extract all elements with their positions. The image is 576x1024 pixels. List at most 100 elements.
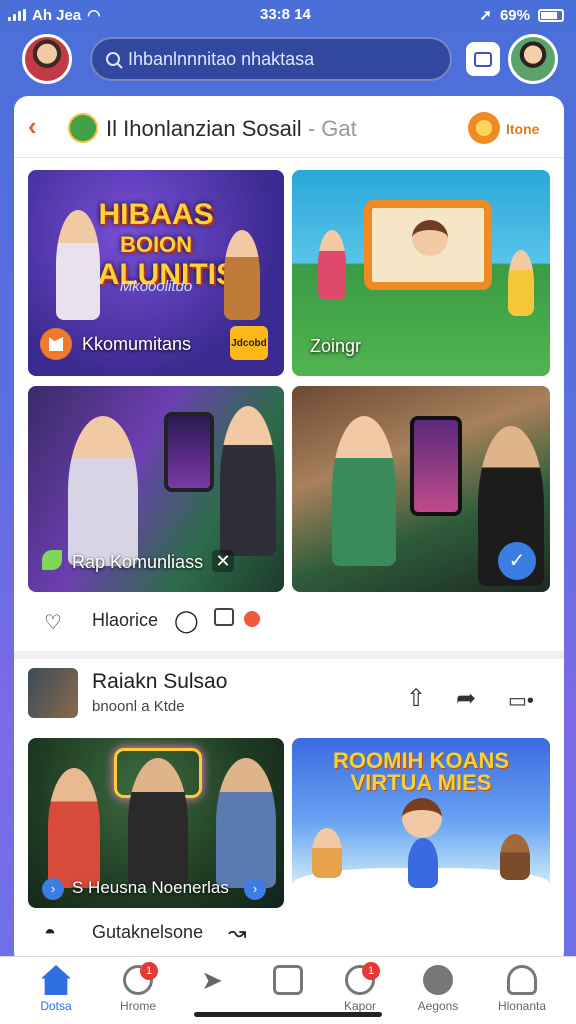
top-bar: Ihbanlnnnitao nhaktasa	[0, 34, 576, 86]
tile-label: Rap Komunliass	[72, 552, 204, 572]
post-actions: ♡ Hlaorice ◯	[14, 596, 564, 644]
cartoon-figure	[500, 834, 530, 880]
notification-badge: 1	[140, 962, 158, 980]
community-icon	[40, 328, 72, 360]
person-figure	[332, 416, 396, 566]
more-icon[interactable]: ▭•	[508, 688, 534, 713]
search-placeholder: Ihbanlnnnitao nhaktasa	[128, 48, 315, 69]
virtual-title: ROOMIH KOANS VIRTUA MIES	[292, 750, 550, 794]
group-icon: 1	[123, 962, 158, 995]
nav-label: Hlonanta	[497, 999, 547, 1013]
nav-item-home[interactable]: Dotsa	[16, 965, 96, 1013]
nav-item-circle[interactable]: Aegons	[398, 965, 478, 1013]
tile-label: Kkomumitans	[82, 334, 192, 354]
signal-icon	[8, 9, 26, 21]
section-divider	[14, 651, 564, 659]
reactions-icon[interactable]: ◓	[44, 922, 56, 945]
location-icon: ➚	[479, 7, 492, 24]
tablet-screen	[410, 416, 462, 516]
chevron-icon: ›	[244, 878, 266, 900]
close-icon[interactable]: ✕	[212, 550, 234, 572]
clock: 33:8 14	[260, 6, 311, 23]
check-icon[interactable]: ✓	[498, 542, 536, 580]
tile-badge: Jdcobd	[230, 326, 268, 360]
nav-label: Kapor	[343, 999, 377, 1013]
chevron-icon: ›	[42, 878, 64, 900]
profile-icon	[507, 965, 537, 995]
nav-label: Dotsa	[40, 999, 72, 1013]
notification-badge: 1	[362, 962, 380, 980]
cartoon-boy	[402, 798, 442, 838]
tile-community-poster[interactable]: HIBAAS BOION HALUNITIS Mkooolitdo Kkomum…	[28, 170, 284, 376]
reactions-icon[interactable]: ♡	[44, 610, 62, 635]
circle-icon	[423, 965, 453, 995]
home-label[interactable]: Itone	[506, 121, 539, 137]
grid-icon	[273, 965, 303, 995]
group-icon	[68, 113, 98, 143]
cartoon-figure	[508, 250, 534, 316]
post-actions-2: ◓ Gutaknelsone ↝	[14, 914, 564, 954]
nav-label: Hrome	[119, 999, 156, 1013]
tile-game-night[interactable]: Rap Komunliass ✕	[28, 386, 284, 592]
cartoon-figure	[318, 230, 346, 300]
group-title-suffix: - Gat	[307, 116, 357, 141]
status-right: ➚ 69%	[479, 6, 564, 24]
chat-icon	[474, 51, 492, 67]
person-figure	[216, 758, 276, 888]
tile-label: S Heusna Noenerlas	[72, 878, 229, 897]
cartoon-kid	[412, 220, 448, 256]
clock-icon: 1	[345, 962, 380, 995]
share-icon[interactable]: ➦	[456, 684, 476, 713]
post-title[interactable]: Raiakn Sulsao	[92, 670, 227, 694]
group-title: Il Ihonlanzian Sosail - Gat	[106, 116, 357, 142]
reactions-label: Gutaknelsone	[92, 922, 204, 942]
post-avatar[interactable]	[28, 668, 78, 718]
status-left: Ah Jea ◠	[8, 6, 100, 24]
post-subtitle: bnoonl a Ktde	[92, 698, 185, 715]
profile-avatar[interactable]	[508, 34, 558, 84]
arrow-icon[interactable]: ↝	[228, 920, 246, 946]
notification-dot	[244, 611, 260, 627]
tile-tablet-meetup[interactable]: ✓	[292, 386, 550, 592]
tile-virtual-kids[interactable]: ROOMIH KOANS VIRTUA MIES	[292, 738, 550, 908]
user-avatar[interactable]	[22, 34, 72, 84]
comment-icon[interactable]: ◯	[174, 608, 199, 634]
cartoon-figure	[312, 828, 342, 878]
leaf-icon	[42, 550, 62, 570]
group-title-text: Il Ihonlanzian Sosail	[106, 116, 302, 141]
person-figure	[68, 416, 138, 566]
person-figure	[128, 758, 188, 888]
tile-neon-friends[interactable]: › S Heusna Noenerlas ›	[28, 738, 284, 908]
chat-bubble-icon[interactable]	[214, 608, 234, 626]
messages-button[interactable]	[466, 42, 500, 76]
tile-label: Zoingr	[310, 336, 362, 356]
person-figure	[224, 230, 260, 320]
tablet-screen	[164, 412, 214, 492]
home-badge-icon[interactable]	[468, 112, 500, 144]
group-header: ‹ Il Ihonlanzian Sosail - Gat Itone	[14, 96, 564, 158]
person-figure	[220, 406, 276, 556]
nav-item-grid[interactable]	[248, 965, 328, 999]
carrier-label: Ah Jea	[32, 6, 82, 24]
search-icon	[106, 52, 120, 66]
home-indicator[interactable]	[194, 1012, 382, 1017]
nav-item-profile[interactable]: Hlonanta	[482, 965, 562, 1013]
search-bar[interactable]: Ihbanlnnnitao nhaktasa	[90, 37, 452, 81]
feed-card: ‹ Il Ihonlanzian Sosail - Gat Itone HIBA…	[14, 96, 564, 966]
status-bar: Ah Jea ◠ 33:8 14 ➚ 69%	[0, 0, 576, 30]
person-figure	[56, 210, 100, 320]
nav-item-send[interactable]: ➤	[172, 965, 252, 999]
nav-label: Aegons	[417, 999, 459, 1013]
wifi-icon: ◠	[87, 7, 101, 24]
cartoon-figure	[408, 838, 438, 888]
back-button[interactable]: ‹	[28, 113, 37, 139]
nav-item-groups[interactable]: 1 Hrome	[98, 962, 178, 1013]
like-icon[interactable]: ⇧	[406, 684, 426, 713]
tile-zoom-cartoon[interactable]: Zoingr	[292, 170, 550, 376]
send-icon: ➤	[201, 965, 223, 995]
battery-percent: 69%	[499, 6, 530, 24]
virtual-title-line-1: ROOMIH KOANS	[333, 748, 509, 773]
nav-item-clock[interactable]: 1 Kapor	[320, 962, 400, 1013]
reactions-label: Hlaorice	[92, 610, 159, 630]
virtual-title-line-2: VIRTUA MIES	[350, 770, 492, 795]
